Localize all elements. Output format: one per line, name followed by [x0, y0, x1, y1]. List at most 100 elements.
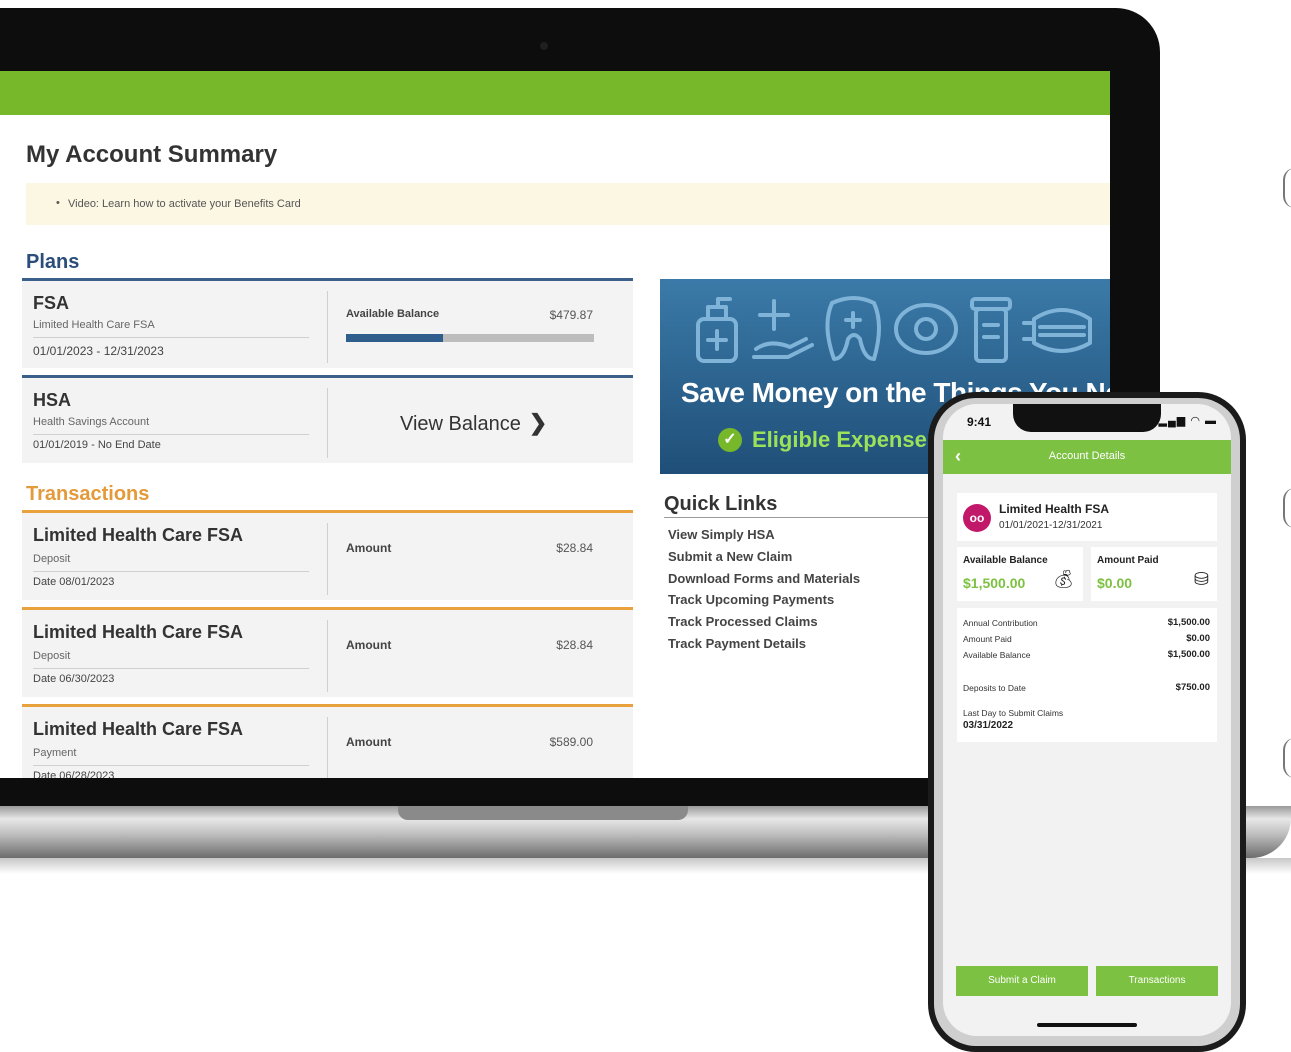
plan-card-fsa[interactable]: FSA Limited Health Care FSA 01/01/2023 -… — [22, 278, 633, 368]
plan-name: HSA — [33, 390, 72, 410]
transaction-plan: Limited Health Care FSA — [33, 622, 244, 642]
plan-summary-card: oo Limited Health FSA 01/01/2021-12/31/2… — [957, 493, 1217, 541]
detail-label: Amount Paid — [963, 634, 1012, 644]
notice-banner: • Video: Learn how to activate your Bene… — [26, 183, 1110, 225]
quick-link[interactable]: Submit a New Claim — [668, 549, 860, 571]
transaction-date: Date 06/28/2023 — [33, 770, 115, 778]
transaction-plan: Limited Health Care FSA — [33, 719, 244, 739]
detail-value: $750.00 — [1175, 682, 1210, 693]
amount-label: Amount — [346, 638, 392, 652]
view-balance-link[interactable]: View Balance ❯ — [400, 410, 547, 436]
decorative-arc — [1283, 168, 1291, 208]
status-time: 9:41 — [967, 415, 992, 429]
transaction-type: Deposit — [33, 553, 71, 565]
transaction-type: Payment — [33, 747, 77, 759]
transaction-row[interactable]: Limited Health Care FSA Deposit Date 06/… — [22, 607, 633, 697]
available-balance-card: Available Balance $1,500.00 💰︎ — [957, 547, 1083, 601]
plan-dates: 01/01/2019 - No End Date — [33, 439, 161, 451]
amount-label: Amount — [346, 541, 392, 555]
divider — [33, 668, 309, 669]
divider — [33, 765, 309, 766]
signal-icon: ▂▄▆ — [1158, 415, 1187, 427]
transaction-row[interactable]: Limited Health Care FSA Deposit Date 08/… — [22, 510, 633, 600]
plan-card-hsa[interactable]: HSA Health Savings Account 01/01/2019 - … — [22, 375, 633, 463]
balance-label: Available Balance — [346, 308, 440, 320]
amount-value: $28.84 — [556, 638, 593, 652]
plan-dates: 01/01/2021-12/31/2021 — [999, 520, 1103, 531]
quick-link[interactable]: Track Processed Claims — [668, 614, 860, 636]
detail-label: Available Balance — [963, 650, 1031, 660]
plans-heading: Plans — [26, 251, 80, 273]
quick-link[interactable]: View Simply HSA — [668, 527, 860, 549]
transaction-row[interactable]: Limited Health Care FSA Payment Date 06/… — [22, 704, 633, 778]
amount-label: Amount — [346, 735, 392, 749]
plan-name: Limited Health FSA — [999, 502, 1110, 516]
camera-dot — [540, 42, 548, 50]
detail-value: $1,500.00 — [1167, 617, 1210, 628]
balance-progress-bar — [346, 334, 594, 342]
transaction-date: Date 06/30/2023 — [33, 673, 115, 685]
phone-screen: 9:41 ▂▄▆ ◠ ▬ ‹ Account Details oo Limite… — [943, 404, 1231, 1036]
account-details-card: Annual Contribution $1,500.00 Amount Pai… — [957, 608, 1217, 742]
glasses-icon: oo — [963, 504, 991, 532]
detail-label: Deposits to Date — [963, 683, 1026, 693]
phone-header: ‹ Account Details — [943, 440, 1231, 474]
plan-subtitle: Limited Health Care FSA — [33, 319, 155, 331]
balance-progress-fill — [346, 334, 443, 342]
chevron-right-icon: ❯ — [528, 410, 548, 435]
amount-paid-label: Amount Paid — [1097, 555, 1159, 566]
amount-value: $28.84 — [556, 541, 593, 555]
divider — [33, 434, 309, 435]
balance-value: $479.87 — [549, 308, 593, 322]
wifi-icon: ◠ — [1190, 415, 1201, 427]
transaction-date: Date 08/01/2023 — [33, 576, 115, 588]
amount-value: $589.00 — [549, 735, 593, 749]
health-icons-row — [696, 296, 1092, 363]
amount-paid-value: $0.00 — [1097, 575, 1133, 591]
quick-link[interactable]: Track Payment Details — [668, 636, 860, 658]
view-balance-label: View Balance — [400, 413, 521, 435]
banner-subtitle: ✓ Eligible Expenses — [718, 427, 940, 453]
submit-claim-button[interactable]: Submit a Claim — [956, 966, 1088, 996]
divider — [33, 571, 309, 572]
quick-links-list: View Simply HSA Submit a New Claim Downl… — [668, 527, 860, 658]
decorative-arc — [1283, 738, 1291, 778]
divider — [327, 717, 328, 778]
divider — [327, 388, 328, 458]
bullet-icon: • — [56, 197, 60, 209]
last-day-label: Last Day to Submit Claims — [963, 708, 1064, 718]
quick-links-heading: Quick Links — [664, 493, 778, 515]
plan-dates: 01/01/2023 - 12/31/2023 — [33, 344, 164, 358]
quick-link[interactable]: Download Forms and Materials — [668, 571, 860, 593]
last-day-value: 03/31/2022 — [963, 720, 1014, 731]
notice-link[interactable]: Video: Learn how to activate your Benefi… — [68, 198, 301, 210]
money-bag-icon: 💰︎ — [1052, 569, 1075, 589]
home-indicator[interactable] — [1037, 1023, 1137, 1027]
top-header-bar — [0, 71, 1110, 115]
battery-icon: ▬ — [1205, 415, 1217, 427]
check-circle-icon: ✓ — [718, 428, 742, 452]
laptop-base-notch — [398, 806, 688, 820]
amount-paid-card: Amount Paid $0.00 ⛁ — [1091, 547, 1217, 601]
divider — [327, 620, 328, 692]
transactions-button[interactable]: Transactions — [1096, 966, 1218, 996]
detail-value: $1,500.00 — [1167, 649, 1210, 660]
plan-subtitle: Health Savings Account — [33, 416, 150, 428]
plan-name: FSA — [33, 293, 69, 313]
transaction-type: Deposit — [33, 650, 71, 662]
divider — [327, 291, 328, 363]
detail-value: $0.00 — [1186, 633, 1210, 644]
divider — [33, 337, 309, 338]
banner-subtitle-text: Eligible Expenses — [752, 427, 940, 452]
divider — [664, 517, 928, 518]
divider — [327, 523, 328, 595]
quick-link[interactable]: Track Upcoming Payments — [668, 592, 860, 614]
transaction-plan: Limited Health Care FSA — [33, 525, 244, 545]
available-balance-label: Available Balance — [963, 555, 1048, 566]
phone-header-title: Account Details — [1048, 450, 1126, 462]
coins-icon: ⛁ — [1193, 569, 1209, 589]
page-title: My Account Summary — [26, 141, 278, 168]
decorative-arc — [1283, 488, 1291, 528]
transactions-heading: Transactions — [26, 483, 150, 505]
status-icons: ▂▄▆ ◠ ▬ — [1159, 414, 1217, 427]
